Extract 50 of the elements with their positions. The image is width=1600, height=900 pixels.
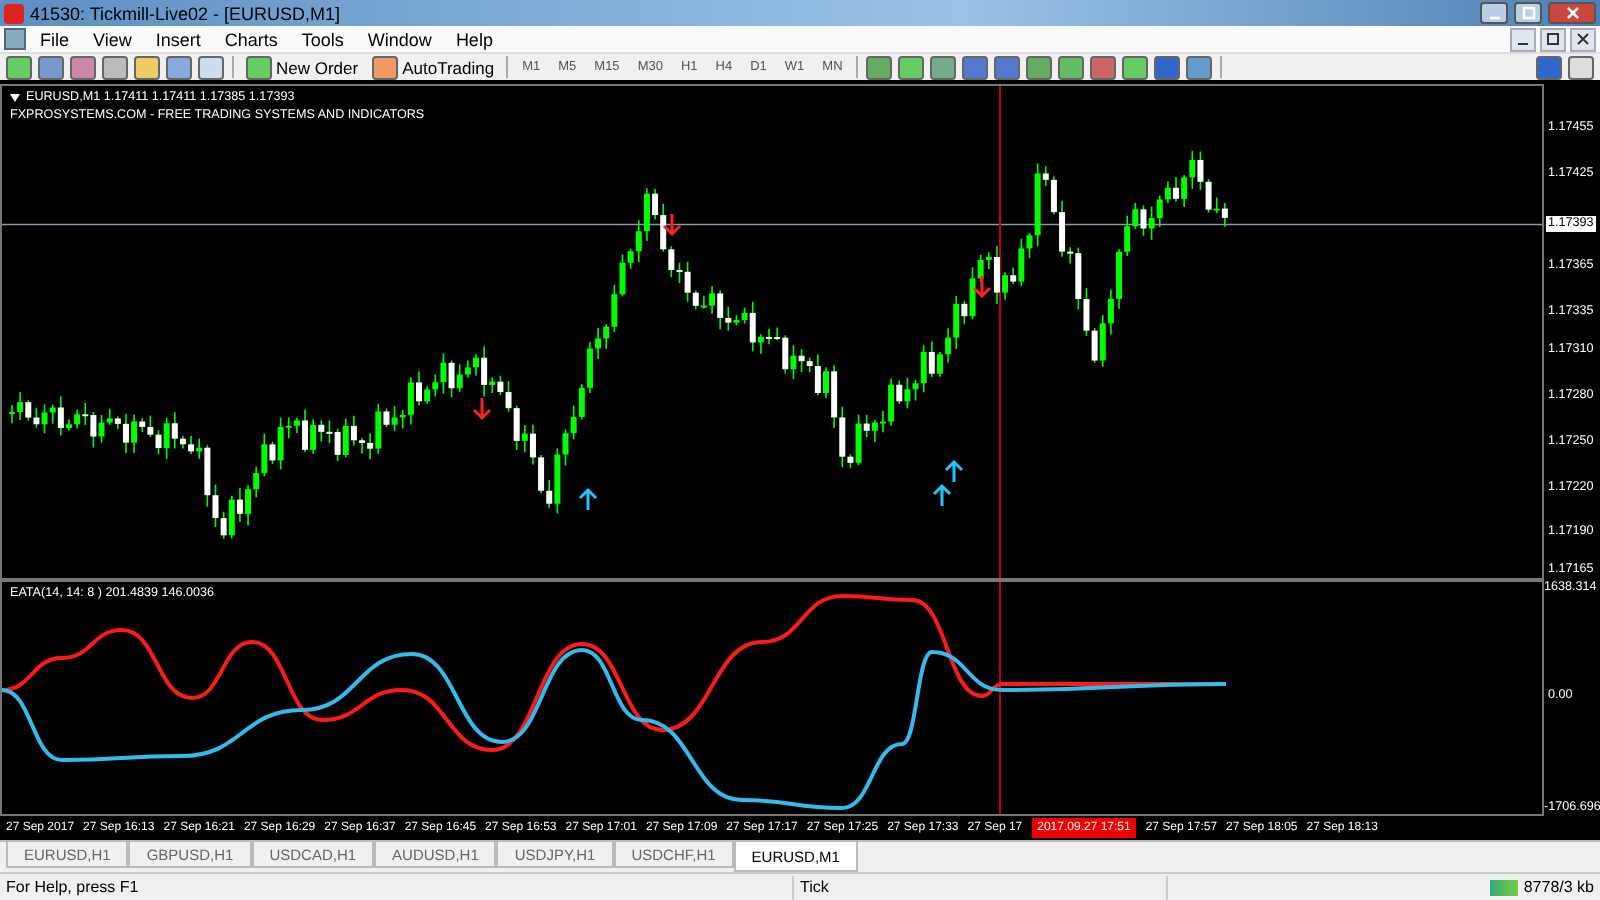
close-button[interactable] — [1548, 2, 1596, 25]
down-arrow-icon — [662, 213, 682, 238]
square-icon — [1546, 32, 1560, 47]
toolbar-icon[interactable] — [38, 55, 64, 80]
new-order-button[interactable]: New Order — [242, 54, 363, 81]
traffic-status: 8778/3 kb — [1521, 878, 1596, 897]
minimize-button[interactable] — [1510, 27, 1536, 52]
close-icon — [1576, 32, 1590, 47]
up-arrow-icon — [578, 488, 598, 513]
status-help: For Help, press F1 — [4, 878, 141, 897]
toolbar-icon[interactable] — [1186, 55, 1213, 80]
toolbar-icon[interactable] — [102, 55, 128, 80]
toolbar-icon[interactable] — [1122, 55, 1149, 80]
toolbar-icon[interactable] — [198, 55, 224, 80]
menu-item[interactable]: View — [83, 29, 142, 50]
down-arrow-icon — [472, 397, 492, 422]
minimize-button[interactable] — [1480, 2, 1508, 25]
menu-item[interactable]: Tools — [291, 29, 354, 50]
up-arrow-icon — [944, 460, 964, 485]
toolbar-icon[interactable] — [962, 55, 989, 80]
toolbar-icon[interactable] — [1026, 55, 1053, 80]
menu-item[interactable]: Window — [357, 29, 442, 50]
close-icon — [1565, 6, 1579, 21]
square-icon — [1521, 6, 1535, 21]
dropdown-triangle-icon — [10, 94, 20, 103]
toolbar-icon[interactable] — [134, 55, 160, 80]
toolbar-icon[interactable] — [1154, 55, 1181, 80]
menu-item[interactable]: File — [30, 29, 80, 50]
toolbar-icon[interactable] — [898, 55, 925, 80]
toolbar-icon[interactable] — [6, 55, 32, 80]
document-icon — [4, 28, 26, 51]
status-mode: Tick — [798, 878, 831, 897]
toolbar-icon[interactable] — [866, 55, 893, 80]
toolbar-icon[interactable] — [994, 55, 1021, 80]
close-button[interactable] — [1570, 27, 1596, 52]
toolbar-icon[interactable] — [1058, 55, 1085, 80]
menu-item[interactable]: Insert — [145, 29, 211, 50]
toolbar-icon[interactable] — [70, 55, 96, 80]
app-logo-icon — [4, 3, 24, 24]
toolbar-icon[interactable] — [930, 55, 957, 80]
menu-item[interactable]: Help — [445, 29, 503, 50]
autotrading-button[interactable]: AutoTrading — [368, 54, 499, 81]
toolbar-icon[interactable] — [1090, 55, 1117, 80]
window-title: 41530: Tickmill-Live02 - [EURUSD,M1] — [30, 3, 343, 24]
toolbar-icon[interactable] — [166, 55, 192, 80]
menu-item[interactable]: Charts — [214, 29, 288, 50]
up-arrow-icon — [932, 484, 952, 509]
maximize-button[interactable] — [1514, 2, 1542, 25]
down-arrow-icon — [972, 275, 992, 300]
restore-button[interactable] — [1540, 27, 1566, 52]
